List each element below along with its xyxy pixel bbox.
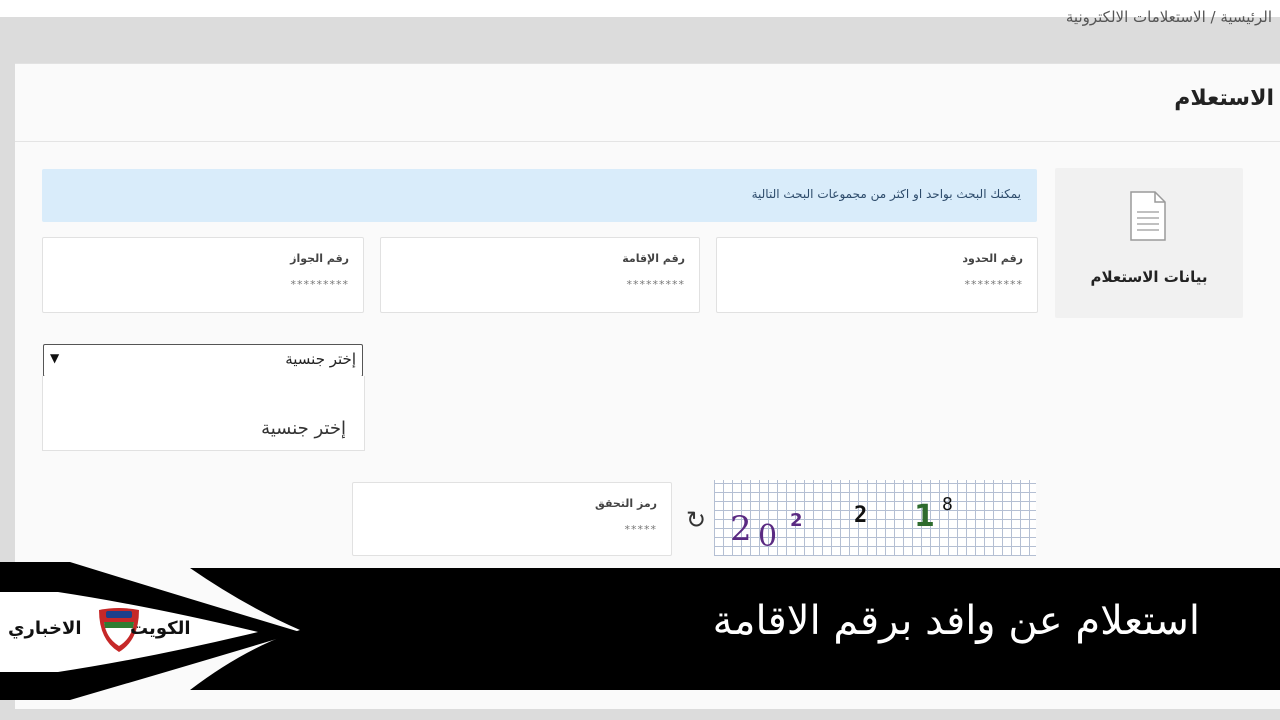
brand-name-part2: الاخباري [8, 618, 82, 639]
brand-name-part1: الكويت [130, 618, 191, 639]
headline: استعلام عن وافد برقم الاقامة [712, 598, 1200, 644]
